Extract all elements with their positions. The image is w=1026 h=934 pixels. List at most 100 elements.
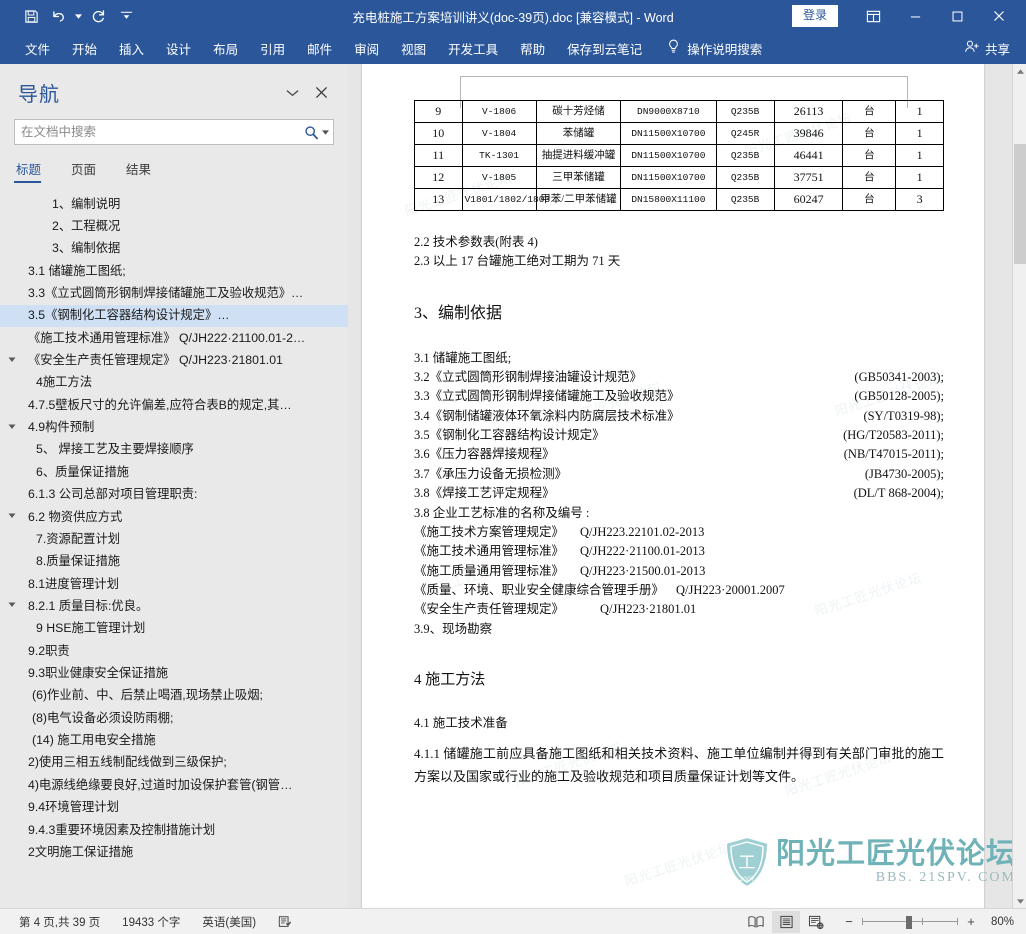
table-row[interactable]: 12 V-1805 三甲苯储罐 DN11500X10700 Q235B 3775… (414, 166, 944, 189)
close-pane-icon[interactable] (315, 86, 328, 99)
ribbon-tab-view[interactable]: 视图 (390, 34, 437, 63)
undo-dropdown-caret-icon[interactable] (74, 4, 83, 28)
proofing-errors-icon[interactable] (267, 915, 303, 929)
nav-heading-item[interactable]: 6.1.3 公司总部对项目管理职责: (0, 484, 348, 506)
cell-qty: 1 (895, 144, 944, 167)
zoom-tick (922, 917, 923, 925)
ribbon-tab-references[interactable]: 引用 (249, 34, 296, 63)
nav-heading-item[interactable]: (8)电气设备必须设防雨棚; (0, 707, 348, 729)
ribbon-tab-save-to-cloud-note[interactable]: 保存到云笔记 (556, 34, 653, 63)
nav-heading-item[interactable]: 9.3职业健康安全保证措施 (0, 663, 348, 685)
ribbon-tab-mailings[interactable]: 邮件 (296, 34, 343, 63)
ribbon-tab-developer[interactable]: 开发工具 (437, 34, 509, 63)
zoom-level-label[interactable]: 80% (984, 916, 1018, 928)
nav-heading-item[interactable]: 9.4.3重要环境因素及控制措施计划 (0, 819, 348, 841)
redo-icon[interactable] (85, 4, 111, 28)
navigation-search-box[interactable] (14, 119, 334, 145)
nav-heading-item[interactable]: 7.资源配置计划 (0, 528, 348, 550)
nav-heading-item[interactable]: 8.2.1 质量目标:优良。 (0, 595, 348, 617)
sign-in-button[interactable]: 登录 (791, 5, 838, 27)
navigation-heading-list[interactable]: 1、编制说明 2、工程概况 3、编制依据 3.1 储罐施工图纸; 3.3《立式圆… (0, 183, 348, 908)
ribbon-tab-file[interactable]: 文件 (14, 34, 61, 63)
ribbon-tab-design[interactable]: 设计 (155, 34, 202, 63)
nav-heading-item[interactable]: 4.9构件预制 (0, 417, 348, 439)
table-row[interactable]: 13 V1801/1802/1803 甲苯/二甲苯储罐 DN15800X1110… (414, 188, 944, 211)
document-body[interactable]: 2.2 技术参数表(附表 4) 2.3 以上 17 台罐施工绝对工期为 71 天… (414, 233, 944, 788)
save-icon[interactable] (18, 4, 44, 28)
page-number-status[interactable]: 第 4 页,共 39 页 (8, 914, 111, 930)
ribbon-tab-layout[interactable]: 布局 (202, 34, 249, 63)
nav-heading-item[interactable]: 4施工方法 (0, 372, 348, 394)
document-page[interactable]: 阳光工匠光伏论坛 阳光工匠光伏论坛 阳光工匠光伏论坛 阳光工匠光伏论坛 阳光工匠… (362, 64, 984, 908)
maximize-icon[interactable] (936, 0, 978, 32)
nav-heading-item[interactable]: (14) 施工用电安全措施 (0, 730, 348, 752)
table-row[interactable]: 11 TK-1301 抽提进料缓冲罐 DN11500X10700 Q235B 4… (414, 144, 944, 167)
nav-tab-results[interactable]: 结果 (124, 157, 165, 183)
nav-heading-item[interactable]: 5、 焊接工艺及主要焊接顺序 (0, 439, 348, 461)
nav-heading-item[interactable]: 《施工技术通用管理标准》 Q/JH222·21100.01-2… (0, 327, 348, 349)
nav-tab-pages[interactable]: 页面 (69, 157, 110, 183)
nav-heading-item[interactable]: 2、工程概况 (0, 215, 348, 237)
nav-heading-item[interactable]: 8.质量保证措施 (0, 551, 348, 573)
nav-heading-item[interactable]: (6)作业前、中、后禁止喝酒,现场禁止吸烟; (0, 685, 348, 707)
web-layout-icon[interactable] (802, 911, 830, 933)
paragraph-3-1: 3.1 储罐施工图纸; (414, 350, 512, 365)
zoom-out-button[interactable]: − (842, 914, 856, 929)
nav-heading-item[interactable]: 3、编制依据 (0, 238, 348, 260)
nav-heading-item[interactable]: 9.2职责 (0, 640, 348, 662)
nav-heading-item[interactable]: 9 HSE施工管理计划 (0, 618, 348, 640)
search-options-caret-icon[interactable] (322, 128, 329, 137)
nav-tab-headings[interactable]: 标题 (14, 157, 55, 183)
ribbon-tab-home[interactable]: 开始 (61, 34, 108, 63)
table-row[interactable]: 10 V-1804 苯储罐 DN11500X10700 Q245R 39846 … (414, 122, 944, 145)
nav-heading-item[interactable]: 6.2 物资供应方式 (0, 506, 348, 528)
print-layout-icon[interactable] (772, 910, 800, 933)
nav-item-label: 6.1.3 公司总部对项目管理职责: (28, 487, 198, 502)
nav-heading-item[interactable]: 1、编制说明 (0, 193, 348, 215)
undo-icon[interactable] (46, 4, 72, 28)
ribbon-tab-help[interactable]: 帮助 (509, 34, 556, 63)
nav-heading-item[interactable]: 9.4环境管理计划 (0, 797, 348, 819)
search-icon[interactable] (304, 125, 319, 140)
ribbon-tab-review[interactable]: 审阅 (343, 34, 390, 63)
document-canvas[interactable]: 阳光工匠光伏论坛 阳光工匠光伏论坛 阳光工匠光伏论坛 阳光工匠光伏论坛 阳光工匠… (348, 64, 1026, 908)
close-icon[interactable] (978, 0, 1020, 32)
read-mode-icon[interactable] (742, 911, 770, 933)
table-row[interactable]: 9 V-1806 碳十芳烃储 DN9000X8710 Q235B 26113 台… (414, 100, 944, 123)
tell-me-search[interactable]: 操作说明搜索 (667, 39, 762, 58)
vertical-scrollbar[interactable] (1012, 64, 1026, 908)
pane-options-chevron-icon[interactable] (286, 89, 299, 97)
nav-heading-item[interactable]: 2文明施工保证措施 (0, 841, 348, 863)
specification-table[interactable]: 9 V-1806 碳十芳烃储 DN9000X8710 Q235B 26113 台… (414, 100, 944, 211)
tell-me-label: 操作说明搜索 (687, 42, 763, 57)
scroll-up-arrow-icon[interactable] (1013, 64, 1026, 78)
enterprise-standard-code: Q/JH223·20001.2007 (676, 583, 785, 598)
nav-heading-item[interactable]: 4.7.5壁板尺寸的允许偏差,应符合表B的规定,其… (0, 394, 348, 416)
zoom-control[interactable]: − + 80% (832, 914, 1018, 929)
nav-heading-item[interactable]: 《安全生产责任管理规定》 Q/JH223·21801.01 (0, 350, 348, 372)
zoom-slider-thumb[interactable] (906, 915, 912, 929)
nav-heading-item-selected[interactable]: 3.5《钢制化工容器结构设计规定》… (0, 304, 348, 328)
ribbon-tab-insert[interactable]: 插入 (108, 34, 155, 63)
scrollbar-thumb[interactable] (1014, 144, 1026, 264)
customize-qat-icon[interactable] (113, 4, 139, 28)
search-input[interactable] (21, 125, 304, 139)
minimize-icon[interactable] (894, 0, 936, 32)
page-content[interactable]: 9 V-1806 碳十芳烃储 DN9000X8710 Q235B 26113 台… (414, 86, 944, 788)
language-status[interactable]: 英语(美国) (191, 914, 267, 930)
nav-heading-item[interactable]: 4)电源线绝缘要良好,过道时加设保护套管(钢管… (0, 774, 348, 796)
word-count-status[interactable]: 19433 个字 (111, 914, 191, 930)
nav-heading-item[interactable]: 8.1进度管理计划 (0, 573, 348, 595)
nav-heading-item[interactable]: 3.1 储罐施工图纸; (0, 260, 348, 282)
zoom-in-button[interactable]: + (964, 914, 978, 929)
nav-heading-item[interactable]: 3.3《立式圆筒形钢制焊接储罐施工及验收规范》… (0, 282, 348, 304)
ribbon-display-options-icon[interactable] (852, 0, 894, 32)
scroll-down-arrow-icon[interactable] (1013, 894, 1026, 908)
zoom-slider[interactable] (862, 915, 958, 929)
standard-code: (JB4730-2005); (864, 466, 944, 481)
ribbon-tab-bar: 文件 开始 插入 设计 布局 引用 邮件 审阅 视图 开发工具 帮助 保存到云笔… (0, 32, 1026, 64)
share-button[interactable]: 共享 (964, 39, 1010, 58)
nav-heading-item[interactable]: 2)使用三相五线制配线做到三级保护; (0, 752, 348, 774)
nav-heading-item[interactable]: 6、质量保证措施 (0, 461, 348, 483)
standard-code: (SY/T0319-98); (863, 408, 944, 423)
